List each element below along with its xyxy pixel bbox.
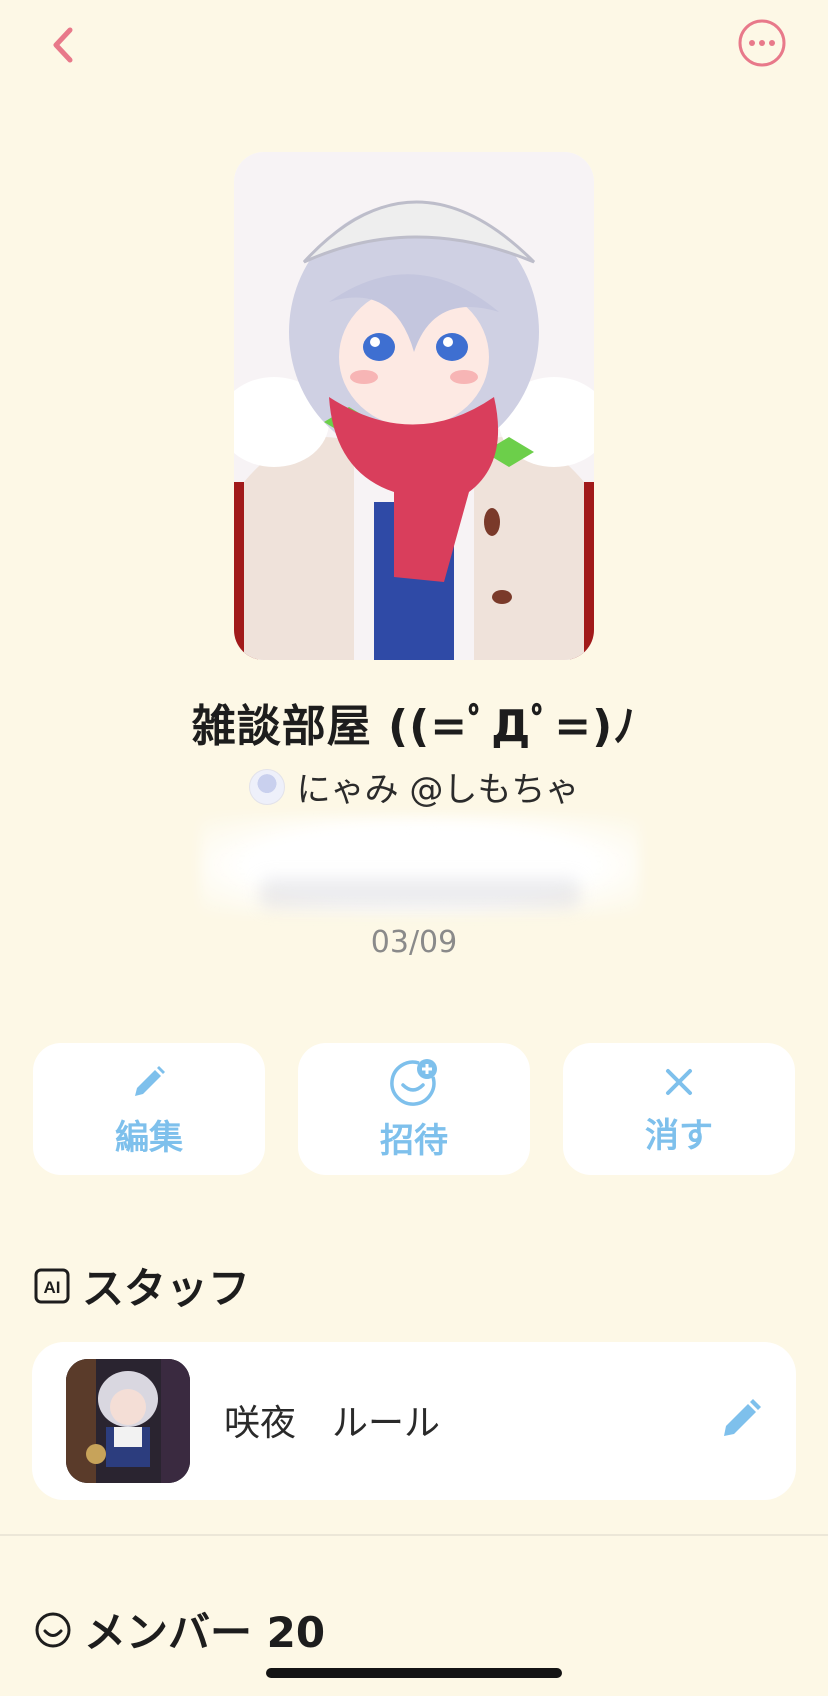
pencil-icon — [724, 1399, 761, 1436]
staff-list-item[interactable]: 咲夜 ルール — [32, 1342, 796, 1500]
section-divider — [0, 1534, 828, 1536]
room-owner[interactable]: にゃみ @しもちゃ — [0, 762, 828, 811]
staff-section-header: AI スタッフ — [34, 1255, 250, 1316]
room-date: 03/09 — [370, 925, 458, 960]
staff-edit-button[interactable] — [712, 1392, 768, 1448]
avatar — [248, 768, 285, 805]
room-cover-image — [234, 152, 594, 660]
invite-button[interactable]: 招待 — [298, 1043, 530, 1175]
back-button[interactable] — [40, 20, 90, 70]
ai-icon-text: AI — [44, 1278, 61, 1297]
owner-name: にゃみ @しもちゃ — [296, 770, 580, 810]
more-horizontal-icon — [738, 19, 786, 67]
chevron-left-icon — [53, 27, 73, 63]
ai-icon: AI — [34, 1268, 70, 1303]
close-icon — [666, 1068, 692, 1095]
edit-button[interactable]: 編集 — [33, 1043, 265, 1175]
pencil-icon — [135, 1065, 165, 1096]
edit-label: 編集 — [115, 1117, 183, 1158]
staff-section-title: スタッフ — [82, 1264, 251, 1313]
members-section-header[interactable]: メンバー 20 — [34, 1599, 325, 1660]
invite-label: 招待 — [380, 1120, 448, 1161]
smile-icon — [35, 1612, 71, 1647]
more-options-button[interactable] — [737, 18, 787, 68]
staff-name: 咲夜 ルール — [224, 1403, 441, 1444]
invite-icon — [390, 1058, 437, 1106]
delete-label: 消す — [645, 1115, 713, 1156]
room-title: 雑談部屋 ((=ﾟДﾟ=)ﾉ — [191, 701, 637, 752]
blurred-description-text — [260, 878, 580, 908]
home-indicator — [266, 1668, 562, 1678]
staff-avatar — [66, 1359, 190, 1483]
members-section-title: メンバー 20 — [84, 1608, 326, 1657]
delete-button[interactable]: 消す — [563, 1043, 795, 1175]
